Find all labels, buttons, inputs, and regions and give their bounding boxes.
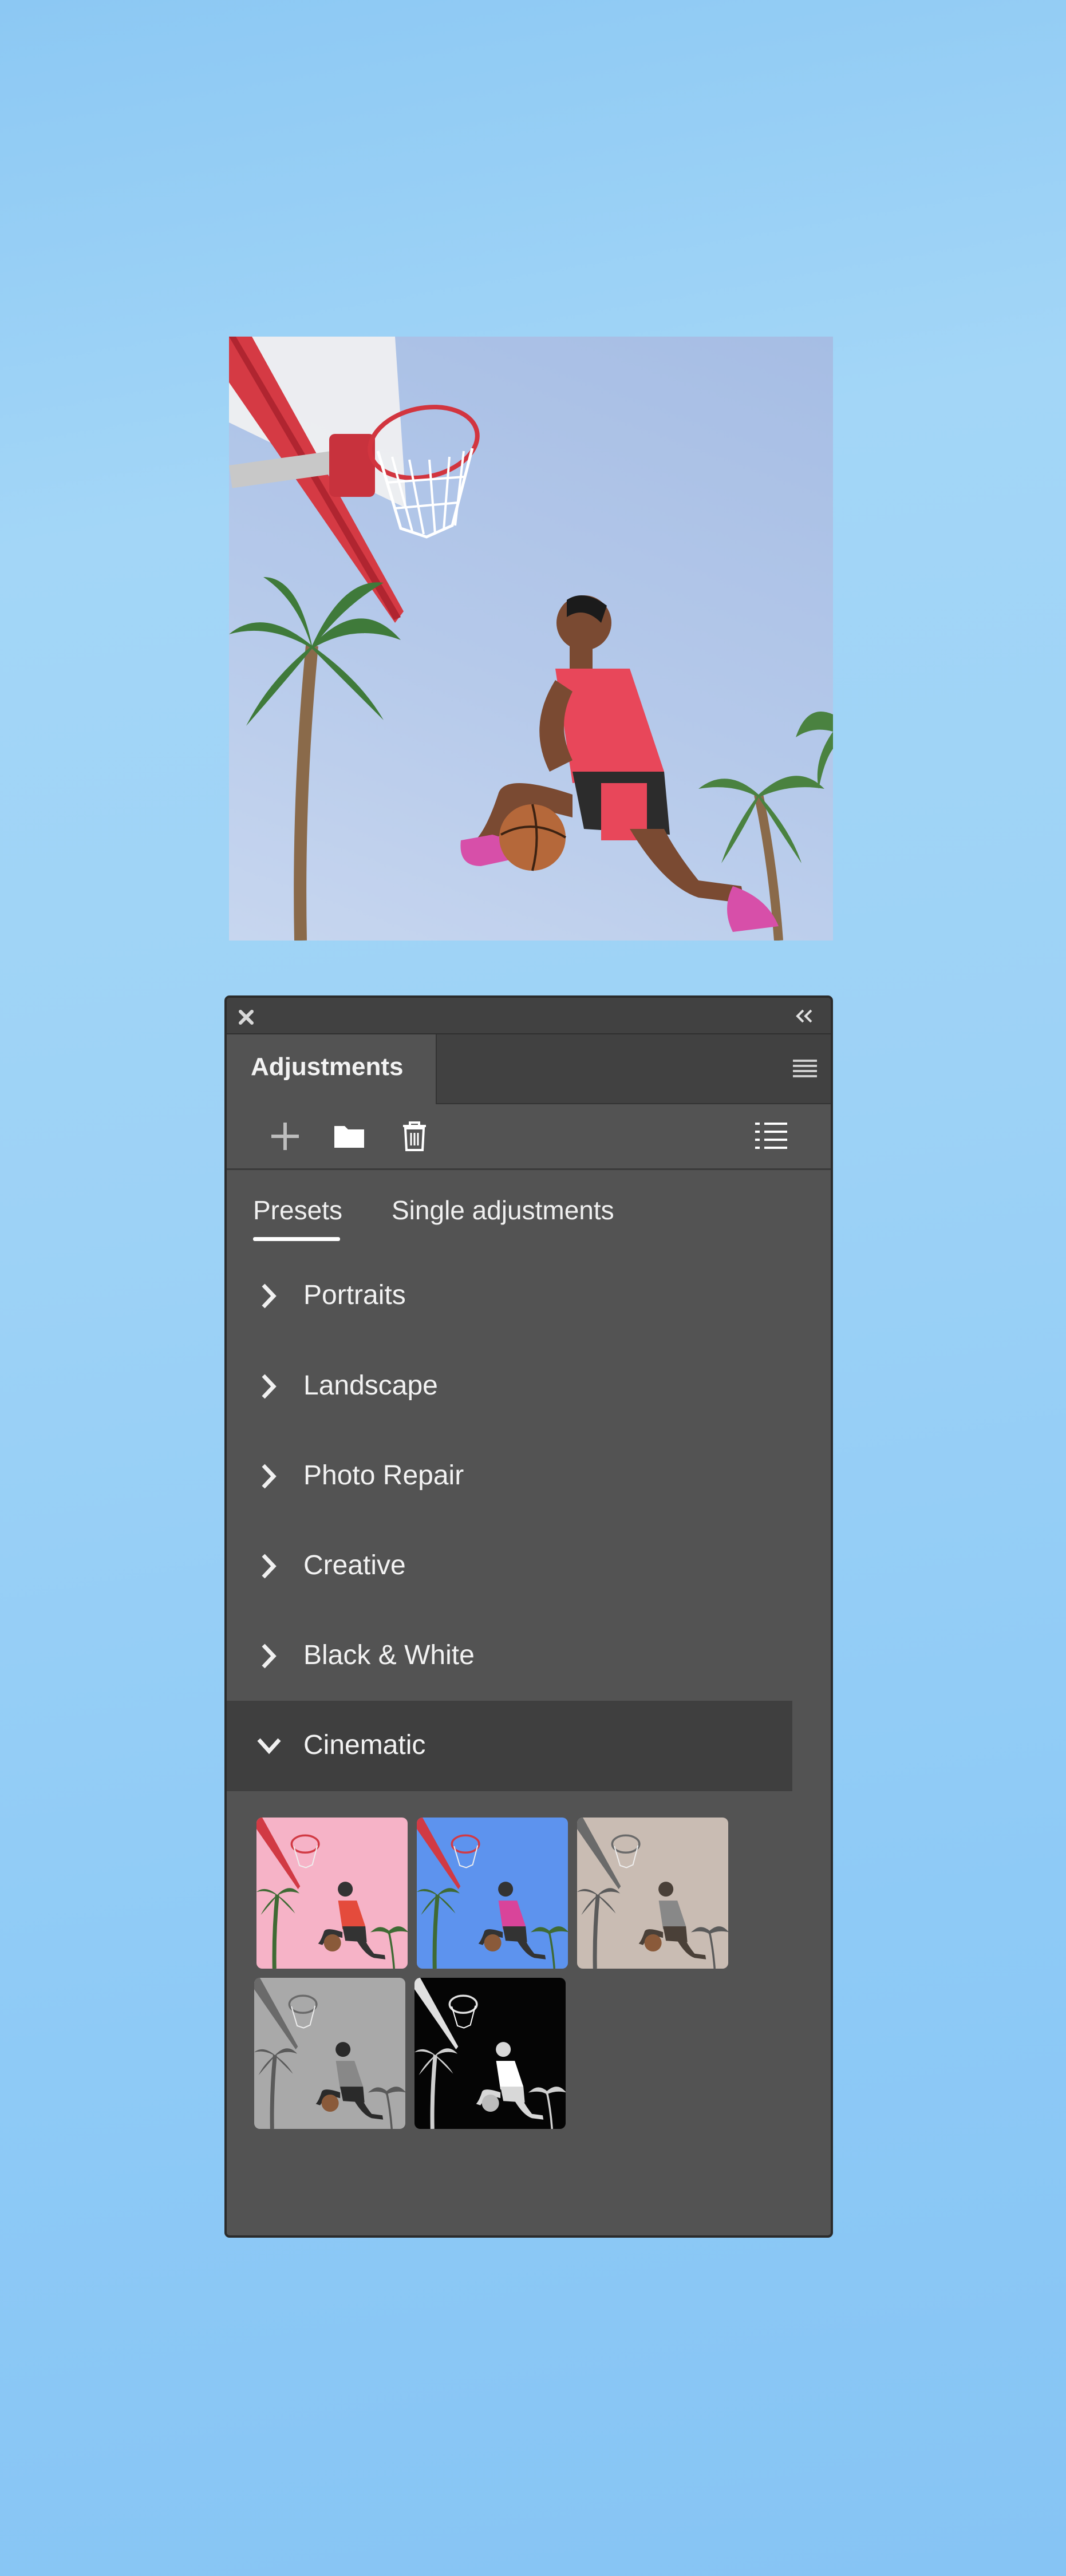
chevron-right-icon <box>262 1464 277 1489</box>
chevron-right-icon <box>262 1643 277 1669</box>
group-cinematic[interactable]: Cinematic <box>227 1701 792 1791</box>
plus-icon[interactable] <box>267 1118 303 1155</box>
panel-tab-bar: Adjustments <box>227 1034 831 1104</box>
chevron-right-icon <box>262 1554 277 1579</box>
preset-thumbnail[interactable] <box>577 1818 728 1969</box>
thumbnail-image <box>254 1978 405 2129</box>
hamburger-menu-icon[interactable] <box>792 1057 818 1080</box>
trash-icon[interactable] <box>396 1118 433 1155</box>
list-icon[interactable] <box>753 1118 789 1155</box>
active-tab-indicator <box>253 1237 340 1241</box>
group-label: Creative <box>303 1550 406 1581</box>
panel-toolbar <box>227 1104 831 1170</box>
group-label: Cinematic <box>303 1730 426 1760</box>
group-landscape[interactable]: Landscape <box>227 1341 792 1432</box>
tab-presets[interactable]: Presets <box>253 1195 342 1226</box>
double-chevron-left-icon[interactable] <box>793 1008 816 1024</box>
preset-thumbnail[interactable] <box>254 1978 405 2129</box>
tab-single-adjustments[interactable]: Single adjustments <box>392 1195 614 1226</box>
preset-thumbnail[interactable] <box>414 1978 566 2129</box>
preset-thumbnail[interactable] <box>256 1818 408 1969</box>
group-label: Portraits <box>303 1280 406 1310</box>
chevron-down-icon <box>257 1738 281 1755</box>
chevron-right-icon <box>262 1283 277 1309</box>
tab-adjustments[interactable]: Adjustments <box>227 1034 437 1104</box>
thumbnail-image <box>256 1818 408 1969</box>
group-label: Landscape <box>303 1370 438 1401</box>
preview-photo <box>229 337 833 941</box>
group-photo-repair[interactable]: Photo Repair <box>227 1431 792 1522</box>
tab-adjustments-label: Adjustments <box>251 1053 404 1081</box>
group-label: Black & White <box>303 1640 475 1670</box>
close-icon[interactable] <box>237 1008 255 1026</box>
thumbnail-image <box>414 1978 566 2129</box>
basketball-player-image <box>229 337 833 941</box>
thumbnail-image <box>577 1818 728 1969</box>
folder-icon[interactable] <box>331 1118 368 1155</box>
group-creative[interactable]: Creative <box>227 1521 792 1611</box>
thumbnail-image <box>417 1818 568 1969</box>
panel-titlebar <box>227 998 831 1034</box>
preset-subtabs: Presets Single adjustments <box>227 1170 831 1250</box>
group-portraits[interactable]: Portraits <box>227 1251 792 1341</box>
adjustments-panel: Adjustments Presets Single adjustments P… <box>224 995 833 2238</box>
chevron-right-icon <box>262 1374 277 1399</box>
group-label: Photo Repair <box>303 1460 464 1491</box>
group-black-and-white[interactable]: Black & White <box>227 1611 792 1701</box>
preset-thumbnail[interactable] <box>417 1818 568 1969</box>
